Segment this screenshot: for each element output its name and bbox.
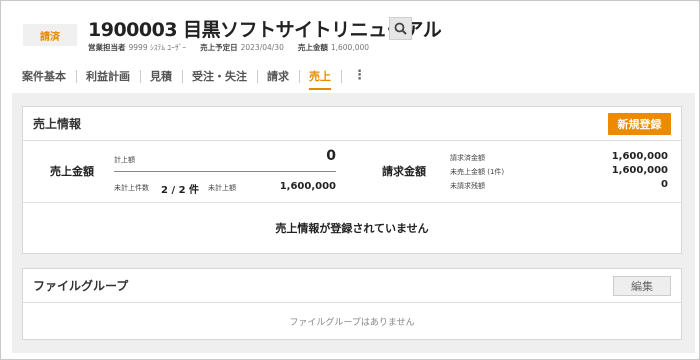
tab-sales[interactable]: 売上: [299, 62, 341, 90]
meta-sales-date: 売上予定日 2023/04/30: [200, 43, 284, 52]
search-button[interactable]: [389, 17, 412, 40]
file-group-empty-message: ファイルグループはありません: [289, 317, 415, 328]
new-register-button[interactable]: 新規登録: [608, 112, 671, 135]
billed-label: 請求済金額: [450, 154, 485, 162]
meta-sales-rep: 営業担当者 9999 ｼｽﾃﾑ ﾕｰｻﾞｰ: [88, 43, 187, 52]
tab-bar: 案件基本 利益計画 見積 受注・失注 請求 売上 ⋮: [12, 62, 378, 90]
sales-empty-message: 売上情報が登録されていません: [275, 222, 429, 235]
unbilled-label: 未請求残額: [450, 182, 485, 190]
tab-profit-plan[interactable]: 利益計画: [76, 62, 140, 90]
file-group-card: ファイルグループ 編集 ファイルグループはありません: [22, 268, 682, 340]
main-content: 売上情報 新規登録 売上金額 計上額 0 未計上件数 2 / 2 件 未計上額 …: [12, 93, 695, 353]
unbilled-value: 0: [661, 179, 668, 190]
tab-order[interactable]: 受注・失注: [182, 62, 257, 90]
unsold-label: 未売上金額 (1件): [450, 168, 505, 176]
billing-amount-label: 請求金額: [382, 165, 426, 178]
file-group-header: ファイルグループ 編集: [23, 269, 681, 303]
more-menu-icon[interactable]: ⋮: [341, 62, 378, 90]
project-meta: 営業担当者 9999 ｼｽﾃﾑ ﾕｰｻﾞｰ 売上予定日 2023/04/30 売上金…: [88, 42, 369, 53]
sales-card-title: 売上情報: [33, 117, 82, 131]
tab-project-basic[interactable]: 案件基本: [12, 62, 76, 90]
divider: [114, 171, 336, 172]
unrecorded-count-label: 未計上件数: [114, 184, 149, 192]
sales-card: 売上情報 新規登録 売上金額 計上額 0 未計上件数 2 / 2 件 未計上額 …: [22, 106, 682, 254]
unsold-value: 1,600,000: [611, 165, 668, 176]
unrecorded-amount-label: 未計上額: [208, 184, 236, 192]
recorded-value: 0: [326, 148, 336, 164]
sales-amount-label: 売上金額: [50, 165, 94, 178]
edit-button[interactable]: 編集: [613, 275, 671, 296]
billed-value: 1,600,000: [611, 151, 668, 162]
unrecorded-count-value: 2 / 2 件: [161, 185, 200, 196]
sales-card-header: 売上情報 新規登録: [23, 107, 681, 141]
recorded-label: 計上額: [114, 156, 135, 164]
sales-summary: 売上金額 計上額 0 未計上件数 2 / 2 件 未計上額 1,600,000 …: [23, 141, 681, 203]
search-icon: [394, 22, 407, 35]
tab-billing[interactable]: 請求: [257, 62, 299, 90]
status-badge: 請済: [23, 24, 77, 46]
meta-sales-amount: 売上金額 1,600,000: [297, 43, 370, 52]
tab-estimate[interactable]: 見積: [140, 62, 182, 90]
unrecorded-amount-value: 1,600,000: [279, 181, 336, 192]
file-group-title: ファイルグループ: [33, 279, 129, 293]
